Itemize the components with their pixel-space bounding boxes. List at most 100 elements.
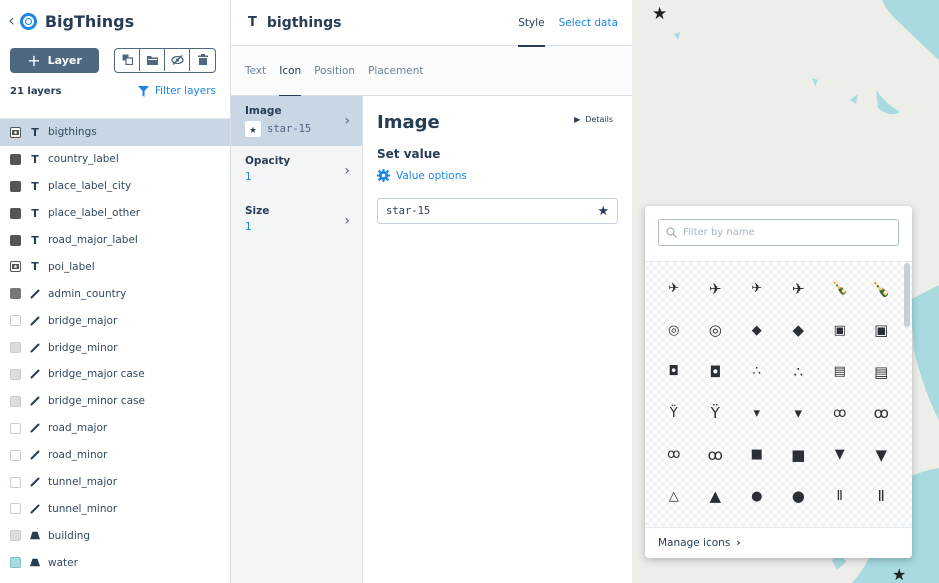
value-options-button[interactable]: Value options: [377, 169, 618, 182]
manage-icons-link[interactable]: Manage icons ›: [645, 527, 912, 558]
art-gallery-icon[interactable]: ▣: [819, 310, 861, 352]
alcohol-shop-icon[interactable]: 🍾: [819, 268, 861, 310]
bakery-icon[interactable]: ∴: [778, 351, 820, 393]
place-star-icon[interactable]: ★: [652, 4, 667, 24]
car-icon[interactable]: ●: [778, 476, 820, 518]
aquarium-icon[interactable]: ◆: [736, 310, 778, 352]
layer-item[interactable]: Troad_major_label: [0, 227, 230, 254]
bus-icon[interactable]: ■: [778, 434, 820, 476]
alcohol-shop-icon[interactable]: 🍾: [861, 268, 903, 310]
icon-search-input[interactable]: [683, 227, 883, 238]
delete-layer-button[interactable]: [190, 49, 215, 71]
art-gallery-icon[interactable]: ▣: [861, 310, 903, 352]
layer-item[interactable]: Tplace_label_city: [0, 173, 230, 200]
icon-search-field[interactable]: [658, 219, 899, 246]
property-value-row: ★ star-15: [245, 121, 348, 137]
airport-icon[interactable]: ✈: [653, 268, 695, 310]
tab-placement[interactable]: Placement: [368, 46, 423, 96]
icon-grid-scrollbar[interactable]: [904, 263, 910, 327]
symbol-layer-icon: T: [31, 206, 39, 220]
duplicate-layer-button[interactable]: [115, 48, 140, 71]
bank-icon[interactable]: ▤: [861, 351, 903, 393]
layer-item[interactable]: Tpoi_label: [0, 253, 230, 280]
bank-icon[interactable]: ▤: [819, 351, 861, 393]
filter-layers-button[interactable]: Filter layers: [137, 85, 216, 97]
bar-icon[interactable]: Ϋ: [653, 393, 695, 435]
bicycle-share-icon[interactable]: ꝏ: [653, 434, 695, 476]
layer-name: tunnel_minor: [48, 502, 118, 515]
beer-icon[interactable]: ▾: [736, 393, 778, 435]
property-list: Image ★ star-15 › Opacity 1 › Size 1 ›: [231, 96, 363, 583]
caret-right-icon: ▶: [574, 115, 581, 124]
details-toggle[interactable]: ▶ Details: [574, 113, 618, 125]
amusement-park-icon[interactable]: ◎: [695, 310, 737, 352]
castle-icon[interactable]: Ⅱ: [861, 476, 903, 518]
hide-layer-button[interactable]: [165, 48, 190, 71]
property-image[interactable]: Image ★ star-15 ›: [231, 96, 362, 146]
tab-style[interactable]: Style: [518, 0, 545, 47]
bakery-icon[interactable]: ∴: [736, 351, 778, 393]
beer-icon[interactable]: ▾: [778, 393, 820, 435]
place-star-icon[interactable]: ★: [892, 565, 906, 583]
layer-item[interactable]: building: [0, 522, 230, 549]
layer-item[interactable]: water: [0, 549, 230, 576]
layer-item[interactable]: tunnel_major: [0, 469, 230, 496]
layer-item[interactable]: bridge_minor case: [0, 388, 230, 415]
group-layers-button[interactable]: [140, 48, 165, 71]
car-icon[interactable]: ●: [736, 476, 778, 518]
manage-icons-label: Manage icons: [658, 537, 731, 549]
bicycle-icon[interactable]: ꝏ: [819, 393, 861, 435]
layer-item[interactable]: Tcountry_label: [0, 146, 230, 173]
airport-icon[interactable]: ✈: [695, 268, 737, 310]
layer-item[interactable]: bridge_minor: [0, 334, 230, 361]
layer-item[interactable]: bridge_major: [0, 307, 230, 334]
cafe-icon[interactable]: ▼: [819, 434, 861, 476]
layer-item[interactable]: road_minor: [0, 442, 230, 469]
campsite-icon[interactable]: ▲: [695, 476, 737, 518]
aquarium-icon[interactable]: ◆: [778, 310, 820, 352]
tab-icon[interactable]: Icon: [279, 46, 301, 97]
icon-grid-scroll[interactable]: ✈ ✈ ✈ ✈ 🍾 🍾 ◎ ◎ ◆ ◆ ▣ ▣ ◘ ◘ ∴ ∴ ▤ ▤ Ϋ Ϋ ▾ ▾ ꝏ ꝏ ꝏ ꝏ ■ ■ ▼ ▼ △ ▲ ● ● Ⅱ Ⅱ: [645, 261, 912, 527]
attraction-icon[interactable]: ◘: [653, 351, 695, 393]
layer-item[interactable]: Tbigthings: [0, 119, 230, 146]
bar-icon[interactable]: Ϋ: [695, 393, 737, 435]
bicycle-icon[interactable]: ꝏ: [861, 393, 903, 435]
tab-position[interactable]: Position: [314, 46, 355, 96]
layer-name: bigthings: [48, 126, 97, 139]
icon-picker-popup: ✈✈✈✈🍾🍾◎◎◆◆▣▣◘◘∴∴▤▤ΫΫ▾▾ꝏꝏꝏꝏ■■▼▼△▲●●ⅡⅡ Man…: [645, 206, 912, 558]
image-value-input[interactable]: star-15 ★: [377, 198, 618, 224]
layer-item[interactable]: tunnel_minor: [0, 495, 230, 522]
campsite-icon[interactable]: △: [653, 476, 695, 518]
property-size[interactable]: Size 1 ›: [231, 196, 362, 246]
layer-color-swatch: [10, 530, 21, 542]
layer-item[interactable]: road_major: [0, 415, 230, 442]
layer-name: poi_label: [48, 260, 95, 273]
tab-select-data[interactable]: Select data: [559, 17, 618, 29]
layer-name: bridge_major case: [48, 368, 145, 381]
property-value: 1: [245, 171, 252, 183]
hide-icon: [170, 54, 184, 65]
layer-color-swatch: [10, 449, 21, 461]
add-layer-button[interactable]: + Layer: [10, 47, 99, 73]
plus-icon: +: [27, 50, 41, 70]
property-opacity[interactable]: Opacity 1 ›: [231, 146, 362, 196]
layer-item[interactable]: admin_country: [0, 280, 230, 307]
amusement-park-icon[interactable]: ◎: [653, 310, 695, 352]
layer-color-swatch: [10, 422, 21, 434]
layer-item[interactable]: bridge_major case: [0, 361, 230, 388]
cafe-icon[interactable]: ▼: [861, 434, 903, 476]
attraction-icon[interactable]: ◘: [695, 351, 737, 393]
back-chevron-icon[interactable]: ‹: [8, 12, 15, 30]
bicycle-share-icon[interactable]: ꝏ: [695, 434, 737, 476]
layer-name: bridge_major: [48, 314, 118, 327]
layer-name: admin_country: [48, 287, 127, 300]
tab-text[interactable]: Text: [245, 46, 266, 96]
star-icon[interactable]: ★: [597, 204, 609, 219]
layer-name: road_minor: [48, 449, 108, 462]
airfield-icon[interactable]: ✈: [736, 268, 778, 310]
layer-item[interactable]: Tplace_label_other: [0, 200, 230, 227]
bus-icon[interactable]: ■: [736, 434, 778, 476]
airfield-icon[interactable]: ✈: [778, 268, 820, 310]
castle-icon[interactable]: Ⅱ: [819, 476, 861, 518]
layer-color-swatch: [10, 234, 21, 246]
